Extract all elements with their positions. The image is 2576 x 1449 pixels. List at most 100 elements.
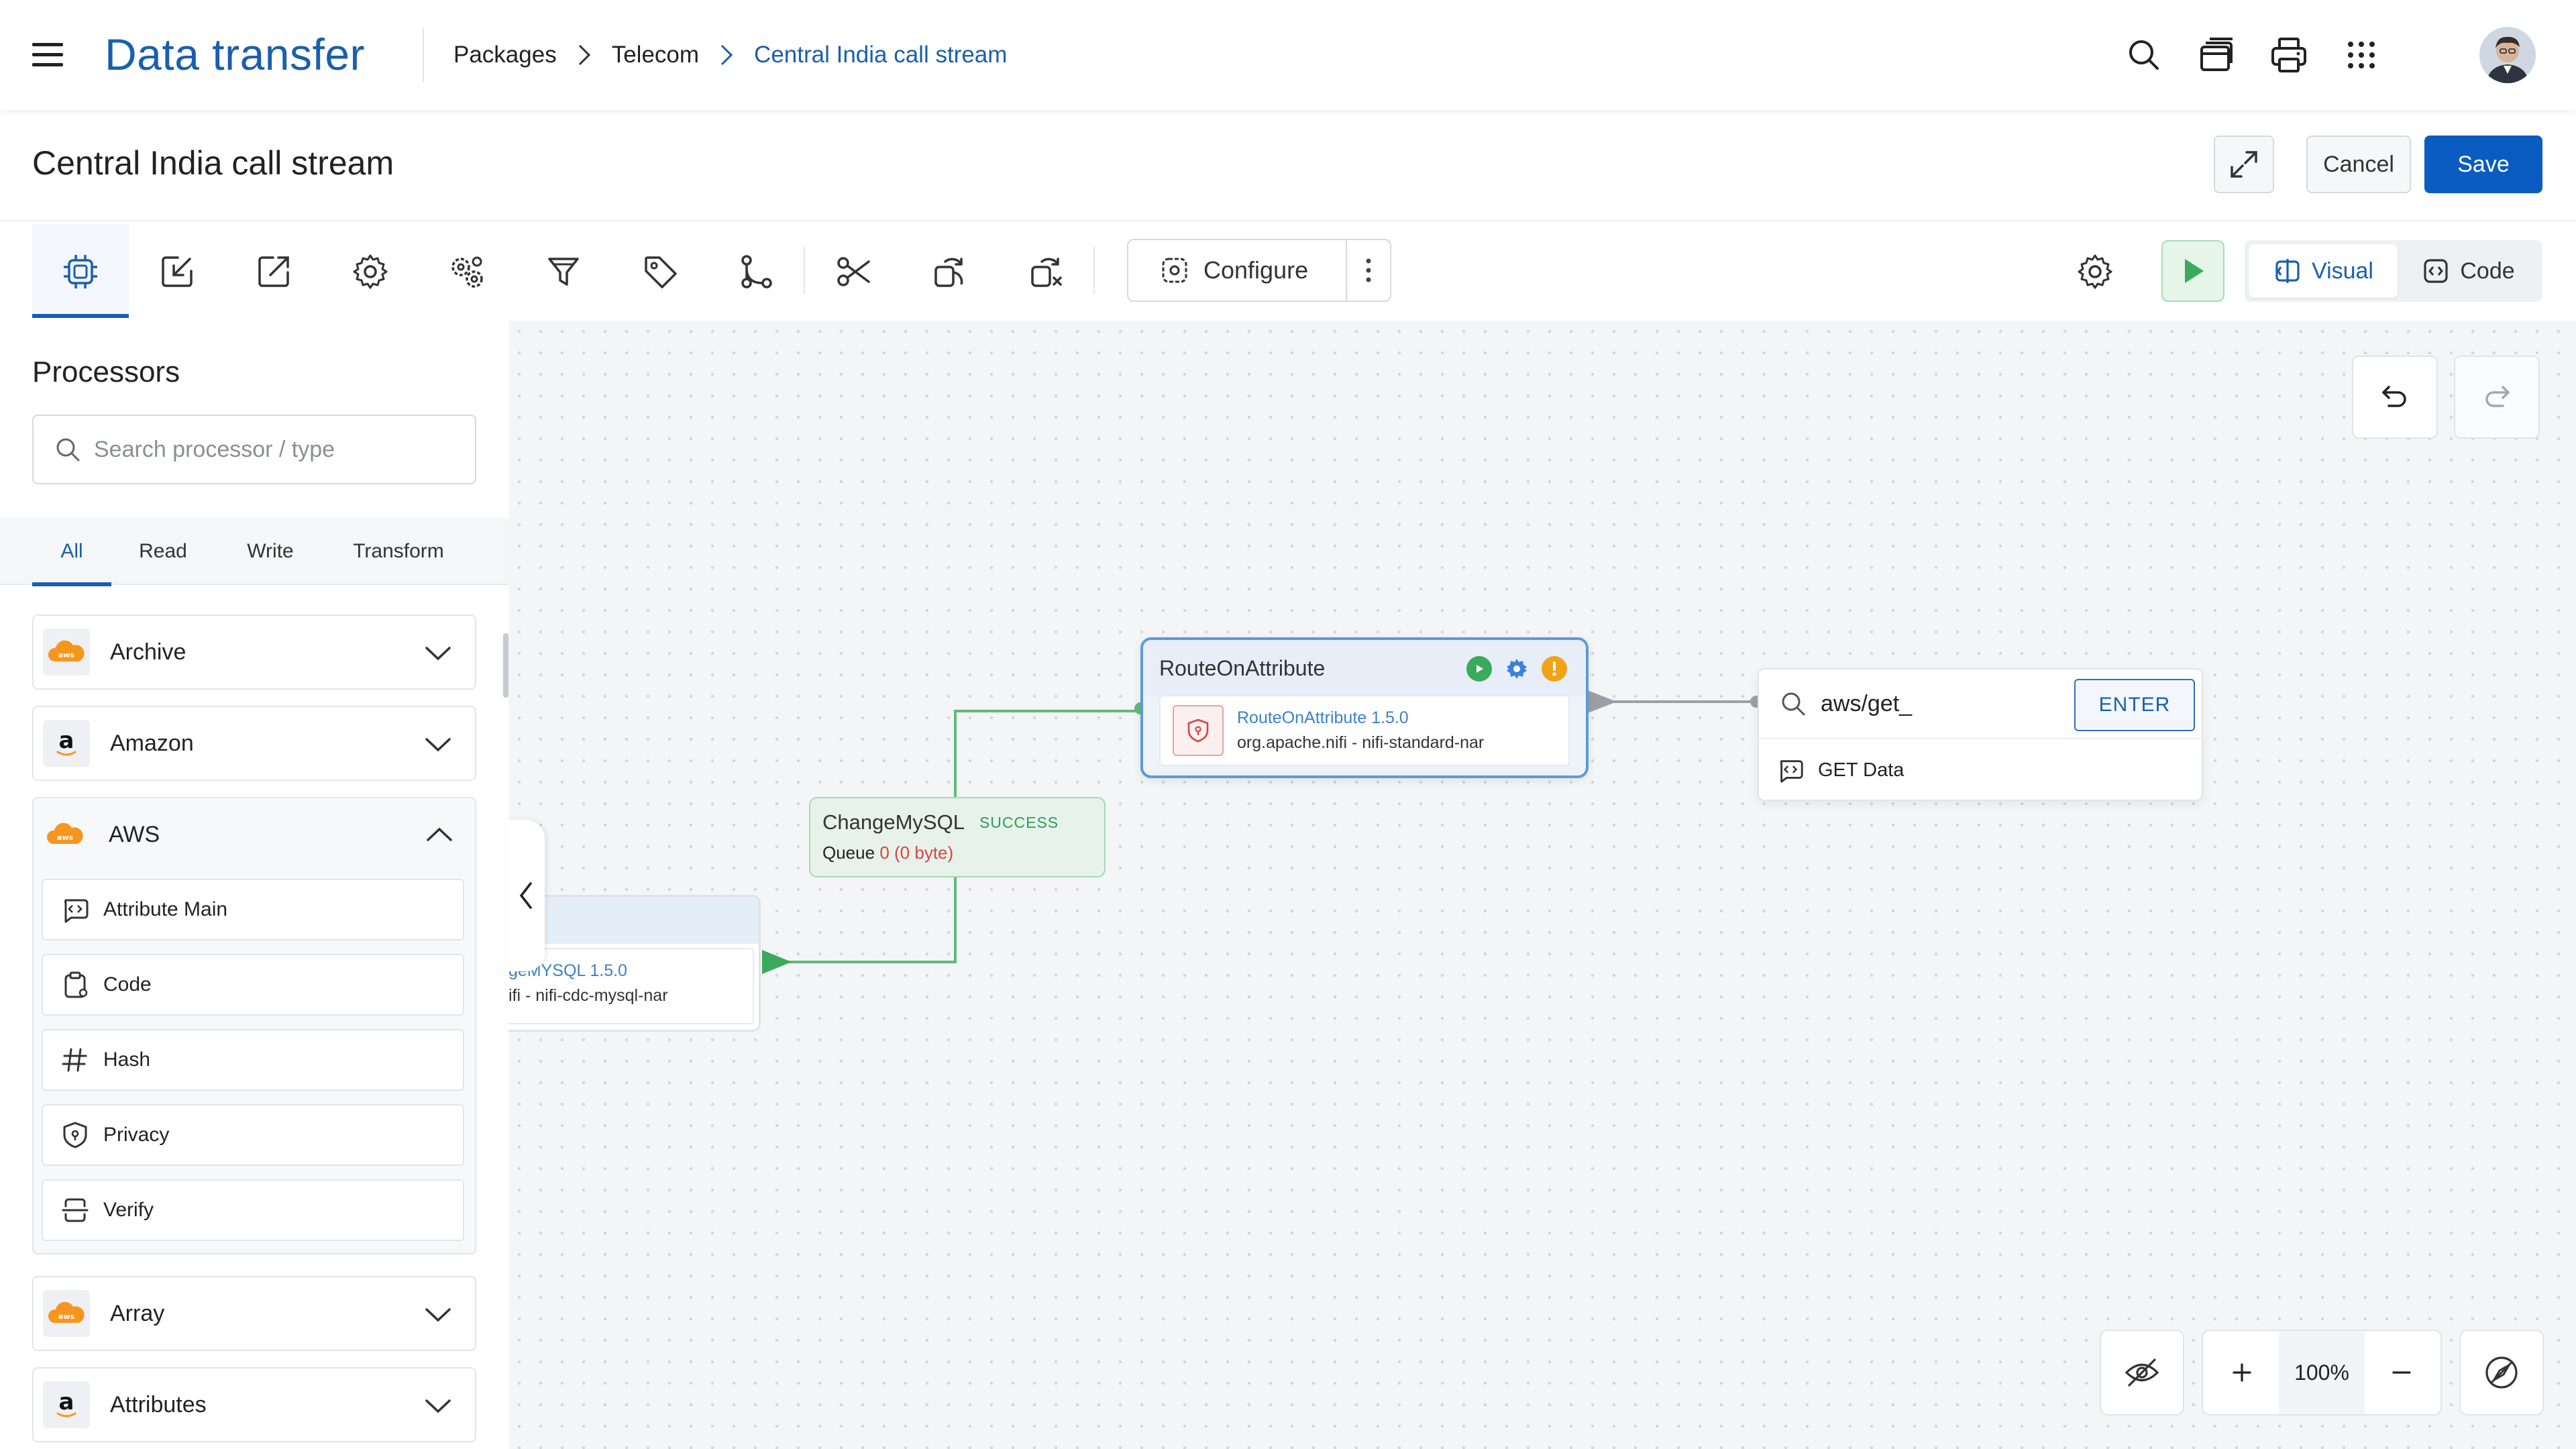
eye-off-icon	[2125, 1358, 2159, 1387]
processor-search	[32, 415, 476, 484]
node-title: RouteOnAttribute	[1159, 655, 1326, 680]
sidebar-scrollbar[interactable]	[503, 633, 508, 698]
chevron-down-icon	[425, 1399, 451, 1413]
group-attributes[interactable]: a Attributes	[32, 1367, 476, 1442]
configure-gear-icon	[1162, 258, 1187, 283]
processor-hash[interactable]: Hash	[42, 1029, 464, 1091]
cancel-button[interactable]: Cancel	[2306, 136, 2411, 193]
connection-arrow	[1586, 690, 1617, 714]
run-button[interactable]	[2161, 240, 2224, 302]
view-toggle: Visual Code	[2245, 240, 2542, 302]
more-options-button[interactable]	[1346, 240, 1390, 301]
redo-button[interactable]	[2454, 356, 2540, 439]
processor-privacy[interactable]: Privacy	[42, 1104, 464, 1166]
tab-all[interactable]: All	[32, 518, 111, 586]
visual-icon	[2275, 259, 2300, 283]
processor-code[interactable]: Code	[42, 954, 464, 1016]
minus-icon	[2392, 1371, 2411, 1374]
aws-icon: aws	[43, 629, 90, 676]
funnel-icon[interactable]	[527, 235, 600, 309]
tool-active-indicator	[32, 314, 129, 318]
zoom-out-button[interactable]	[2365, 1331, 2438, 1414]
processor-verify[interactable]: Verify	[42, 1179, 464, 1241]
connections-layer	[762, 690, 1762, 974]
undo-button[interactable]	[2352, 356, 2438, 439]
zoom-in-button[interactable]	[2205, 1331, 2279, 1414]
toggle-visibility-button[interactable]	[2100, 1330, 2184, 1415]
export-icon[interactable]	[237, 235, 311, 309]
processor-icon[interactable]	[44, 235, 117, 309]
copy-icon[interactable]	[913, 235, 987, 309]
mysql-processor-node[interactable]: geMYSQL 1.5.0 ifi - nifi-cdc-mysql-nar	[508, 895, 761, 1032]
code-bubble-icon	[64, 899, 89, 923]
code-view-tab[interactable]: Code	[2398, 244, 2538, 298]
menu-icon[interactable]	[30, 40, 67, 70]
popup-search-input[interactable]	[1821, 690, 2049, 717]
tab-read[interactable]: Read	[127, 518, 199, 585]
breadcrumb-current[interactable]: Central India call stream	[754, 42, 1007, 68]
canvas-settings-icon[interactable]	[2058, 235, 2132, 309]
divider	[423, 28, 424, 82]
tag-icon[interactable]	[623, 235, 697, 309]
apps-grid-icon[interactable]	[2340, 34, 2383, 76]
breadcrumb-packages[interactable]: Packages	[453, 42, 557, 68]
group-label: AWS	[109, 821, 160, 847]
divider	[804, 247, 805, 294]
compass-button[interactable]	[2459, 1330, 2544, 1415]
group-archive[interactable]: aws Archive	[32, 614, 476, 690]
search-result-item[interactable]: GET Data	[1759, 739, 2202, 801]
connection-name: ChangeMySQL	[822, 810, 965, 834]
connection-label-changemysql[interactable]: ChangeMySQL SUCCESS Queue 0 (0 byte)	[809, 797, 1106, 877]
branch-icon[interactable]	[720, 235, 794, 309]
search-icon	[56, 438, 80, 462]
warning-icon[interactable]	[1542, 656, 1567, 682]
node-nar: org.apache.nifi - nifi-standard-nar	[1237, 733, 1485, 752]
group-aws[interactable]: aws AWS	[32, 797, 476, 872]
configure-button[interactable]: Configure	[1128, 240, 1346, 301]
node-version: RouteOnAttribute 1.5.0	[1237, 708, 1409, 727]
tab-transform[interactable]: Transform	[339, 518, 458, 585]
node-nar: ifi - nifi-cdc-mysql-nar	[508, 986, 668, 1005]
page-title: Central India call stream	[32, 144, 394, 182]
shield-icon	[1173, 705, 1224, 756]
group-label: Archive	[110, 639, 186, 665]
connection-arrow	[762, 950, 792, 974]
group-label: Amazon	[110, 730, 194, 756]
print-icon[interactable]	[2267, 34, 2310, 76]
expand-button[interactable]	[2214, 136, 2274, 193]
chevron-right-icon	[720, 44, 733, 66]
processor-attribute-main[interactable]: Attribute Main	[42, 879, 464, 941]
redo-icon	[2485, 386, 2510, 407]
scissors-icon[interactable]	[816, 235, 890, 309]
processor-label: Privacy	[103, 1124, 170, 1146]
multi-gear-icon[interactable]	[430, 235, 504, 309]
processor-search-input[interactable]	[94, 436, 470, 463]
node-body: geMYSQL 1.5.0 ifi - nifi-cdc-mysql-nar	[508, 948, 754, 1024]
queue-count: 0	[879, 843, 890, 863]
plus-icon	[2233, 1363, 2251, 1382]
divider	[1093, 247, 1095, 294]
play-status-icon[interactable]	[1466, 656, 1492, 682]
route-on-attribute-node[interactable]: RouteOnAttribute RouteOnAttribute 1.5.0 …	[1140, 637, 1589, 778]
avatar[interactable]	[2479, 27, 2536, 83]
collapse-sidebar-button[interactable]	[507, 820, 545, 971]
group-array[interactable]: aws Array	[32, 1276, 476, 1351]
status-badge: SUCCESS	[979, 813, 1059, 831]
hash-icon	[62, 1048, 87, 1072]
enter-button[interactable]: ENTER	[2074, 679, 2195, 731]
duplicate-icon[interactable]	[1010, 235, 1083, 309]
play-icon	[2185, 259, 2204, 283]
windows-icon[interactable]	[2195, 34, 2238, 76]
visual-view-tab[interactable]: Visual	[2249, 244, 2398, 298]
gear-status-icon[interactable]	[1504, 656, 1529, 682]
tab-write[interactable]: Write	[235, 518, 306, 585]
settings-icon[interactable]	[333, 235, 407, 309]
group-label: Array	[110, 1300, 165, 1326]
search-icon[interactable]	[2123, 34, 2165, 76]
group-amazon[interactable]: a Amazon	[32, 706, 476, 781]
verify-icon	[62, 1198, 89, 1222]
save-button[interactable]: Save	[2424, 136, 2542, 193]
zoom-controls: 100%	[2202, 1330, 2442, 1415]
breadcrumb-telecom[interactable]: Telecom	[612, 42, 699, 68]
import-icon[interactable]	[140, 235, 214, 309]
